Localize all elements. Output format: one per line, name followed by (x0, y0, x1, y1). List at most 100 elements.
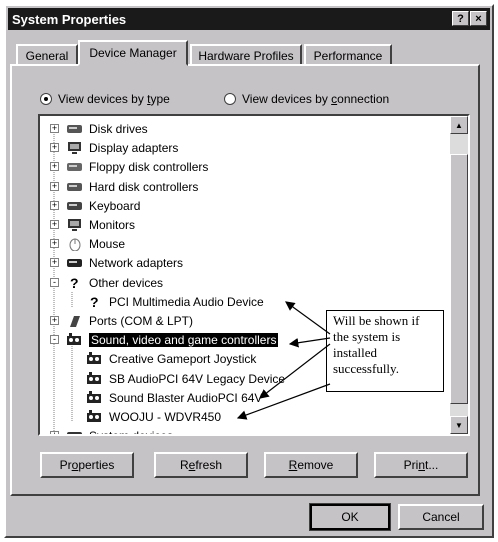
button-label: Refresh (179, 458, 223, 472)
system-device-icon (66, 429, 84, 434)
radio-selected-icon (40, 93, 52, 105)
network-adapter-icon (66, 256, 84, 270)
title-bar: System Properties ? × (8, 8, 490, 30)
tab-performance[interactable]: Performance (304, 44, 392, 66)
tree-item-label: Sound, video and game controllers (89, 333, 279, 348)
collapse-icon[interactable]: - (50, 335, 59, 345)
button-label: Remove (288, 458, 334, 472)
button-label: Print... (403, 458, 439, 472)
scroll-down-button[interactable]: ▼ (450, 416, 468, 434)
help-button[interactable]: ? (452, 11, 469, 26)
close-icon: × (475, 12, 482, 25)
tree-item[interactable]: WOOJU - WDVR450 (86, 408, 221, 426)
mouse-icon (66, 237, 84, 252)
expand-icon[interactable]: + (50, 316, 59, 325)
tree-item[interactable]: Sound, video and game controllers (66, 331, 279, 349)
tree-item[interactable]: Floppy disk controllers (66, 158, 208, 176)
sound-device-icon (86, 352, 104, 366)
scroll-thumb[interactable] (450, 154, 468, 404)
tree-item-label: Hard disk controllers (89, 179, 199, 194)
button-label: OK (341, 510, 359, 524)
button-label: Properties (59, 458, 115, 472)
button-label: Cancel (422, 510, 460, 524)
radio-view-by-type[interactable]: View devices by type (40, 92, 170, 106)
tab-hardware-profiles[interactable]: Hardware Profiles (190, 44, 302, 66)
tab-label: General (25, 49, 69, 63)
up-arrow-icon: ▲ (455, 120, 463, 130)
tree-item-label: Display adapters (89, 141, 179, 156)
tree-item-label: Network adapters (89, 256, 184, 271)
tree-item-label: Other devices (89, 275, 164, 290)
tree-item[interactable]: Ports (COM & LPT) (66, 312, 193, 330)
tree-item-label: Monitors (89, 218, 136, 232)
tree-item[interactable]: Hard disk controllers (66, 178, 198, 196)
collapse-icon[interactable]: - (50, 277, 59, 287)
tree-item-label: Ports (COM & LPT) (89, 314, 194, 328)
expand-icon[interactable]: + (50, 258, 59, 268)
window-title: System Properties (12, 11, 127, 27)
expand-icon[interactable]: + (50, 220, 59, 229)
monitor-icon (66, 218, 84, 232)
expand-icon[interactable]: + (50, 431, 59, 434)
tree-item[interactable]: Sound Blaster AudioPCI 64V (86, 389, 262, 407)
annotation-callout: Will be shown if the system is installed… (326, 310, 444, 392)
unknown-device-icon: ? (86, 294, 104, 310)
tree-item[interactable]: Mouse (66, 235, 125, 253)
sound-device-icon (86, 390, 104, 405)
tree-item[interactable]: Disk drives (66, 120, 148, 138)
expand-icon[interactable]: + (50, 200, 59, 210)
expand-icon[interactable]: + (50, 124, 59, 133)
ok-button[interactable]: OK (309, 503, 391, 531)
tree-item[interactable]: ? PCI Multimedia Audio Device (86, 293, 264, 311)
svg-text:?: ? (90, 295, 99, 309)
tree-item[interactable]: System devices (66, 427, 173, 434)
radio-label: View devices by type (58, 92, 170, 106)
tree-item-label: System devices (89, 429, 173, 434)
down-arrow-icon: ▼ (455, 420, 463, 430)
tree-item-label: Sound Blaster AudioPCI 64V (109, 390, 263, 405)
expand-icon[interactable]: + (50, 162, 59, 172)
disk-drive-icon (66, 122, 84, 136)
radio-unselected-icon (224, 93, 236, 105)
sound-device-icon (86, 371, 104, 386)
tab-label: Hardware Profiles (198, 49, 294, 63)
tree-item[interactable]: ? Other devices (66, 274, 163, 292)
tree-item-label: Mouse (89, 237, 126, 252)
tree-item[interactable]: Display adapters (66, 139, 178, 157)
port-icon (66, 314, 84, 328)
tab-label: Performance (313, 49, 383, 63)
tree-item[interactable]: Network adapters (66, 254, 183, 272)
expand-icon[interactable]: + (50, 143, 59, 153)
keyboard-icon (66, 199, 84, 213)
tree-item-label: Floppy disk controllers (89, 160, 209, 175)
sound-device-icon (86, 410, 104, 424)
sound-controller-icon (66, 333, 84, 347)
tree-item[interactable]: Creative Gameport Joystick (86, 350, 256, 368)
tree-item-label: Creative Gameport Joystick (109, 352, 257, 367)
radio-view-by-connection[interactable]: View devices by connection (224, 92, 389, 106)
tree-item-label: Disk drives (89, 122, 148, 136)
tab-label: Device Manager (89, 46, 177, 60)
tree-item-label: PCI Multimedia Audio Device (109, 294, 264, 309)
vertical-scrollbar[interactable]: ▲ ▼ (450, 116, 468, 434)
hard-disk-controller-icon (66, 180, 84, 194)
tree-item-label: WOOJU - WDVR450 (109, 410, 222, 424)
remove-button[interactable]: Remove (264, 452, 358, 478)
svg-text:?: ? (70, 276, 79, 290)
refresh-button[interactable]: Refresh (154, 452, 248, 478)
expand-icon[interactable]: + (50, 239, 59, 249)
tree-item-label: SB AudioPCI 64V Legacy Device (109, 371, 286, 386)
expand-icon[interactable]: + (50, 181, 59, 191)
print-button[interactable]: Print... (374, 452, 468, 478)
scroll-up-button[interactable]: ▲ (450, 116, 468, 134)
tree-item[interactable]: Keyboard (66, 197, 140, 215)
tab-device-manager[interactable]: Device Manager (78, 40, 188, 66)
tree-item[interactable]: Monitors (66, 216, 135, 234)
tab-general[interactable]: General (16, 44, 78, 66)
display-adapter-icon (66, 141, 84, 155)
question-mark-icon: ? (66, 275, 84, 291)
cancel-button[interactable]: Cancel (398, 504, 484, 530)
close-button[interactable]: × (470, 11, 487, 26)
tree-item[interactable]: SB AudioPCI 64V Legacy Device (86, 370, 285, 388)
properties-button[interactable]: Properties (40, 452, 134, 478)
